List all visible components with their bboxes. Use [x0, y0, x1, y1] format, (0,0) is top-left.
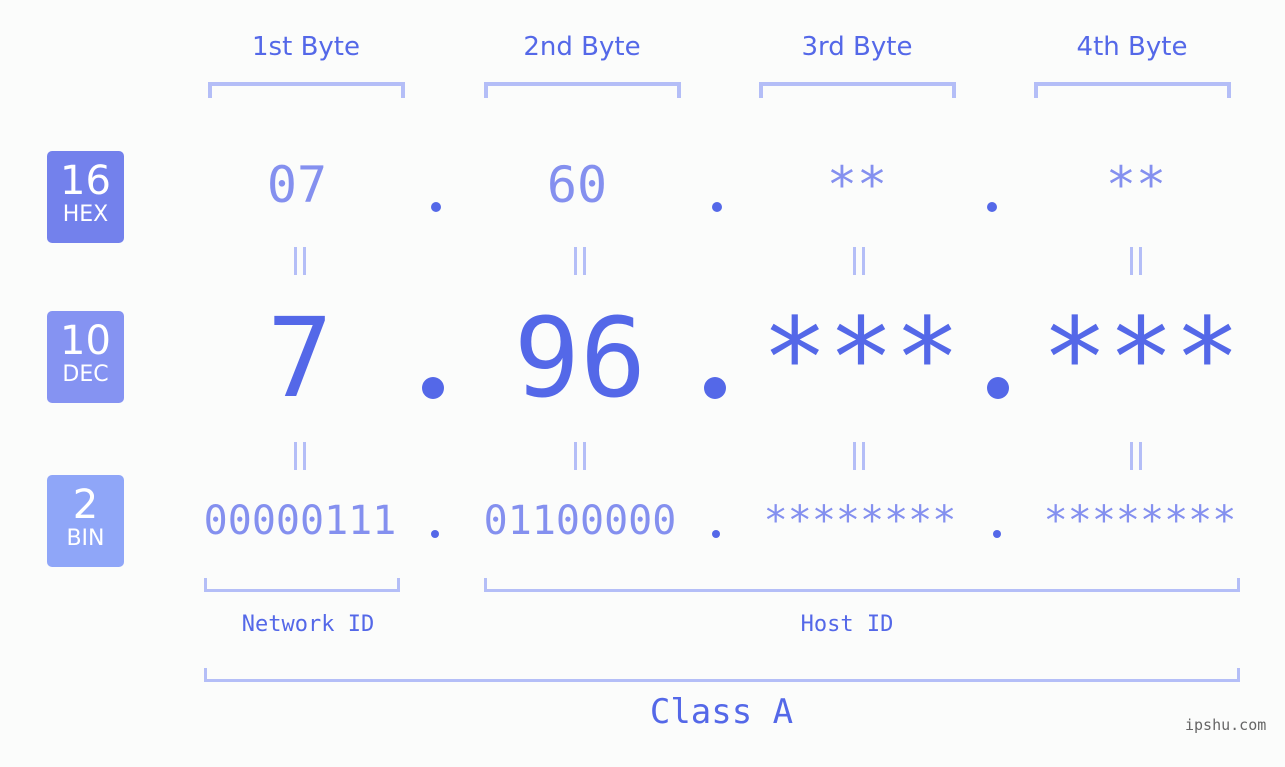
- bin-base-label: BIN: [66, 526, 105, 551]
- class-label: Class A: [649, 692, 794, 732]
- bin-byte-4: ********: [1043, 498, 1237, 544]
- byte-header-3: 3rd Byte: [801, 32, 913, 62]
- byte-bracket-2: [484, 82, 681, 98]
- host-id-label: Host ID: [800, 612, 894, 637]
- dec-separator-dot-1: [422, 377, 444, 399]
- dec-base-number: 10: [60, 318, 111, 364]
- bin-byte-2: 01100000: [483, 498, 677, 544]
- byte-bracket-1: [208, 82, 405, 98]
- hex-separator-dot-3: [987, 202, 997, 212]
- watermark: ipshu.com: [1185, 716, 1267, 734]
- hex-byte-1: 07: [266, 156, 328, 214]
- dec-base-label: DEC: [62, 362, 109, 387]
- dec-byte-2: 96: [513, 294, 647, 422]
- hex-base-label: HEX: [62, 202, 109, 227]
- hex-byte-2: 60: [546, 156, 608, 214]
- equals-icon: [574, 442, 586, 470]
- bin-base-number: 2: [72, 482, 99, 528]
- dec-separator-dot-3: [987, 377, 1009, 399]
- bin-separator-dot-1: [431, 530, 439, 538]
- byte-bracket-3: [759, 82, 956, 98]
- equals-icon: [294, 247, 306, 275]
- network-id-label: Network ID: [241, 612, 375, 637]
- hex-separator-dot-1: [431, 202, 441, 212]
- equals-icon: [853, 442, 865, 470]
- byte-bracket-4: [1034, 82, 1231, 98]
- equals-icon: [294, 442, 306, 470]
- bin-separator-dot-2: [712, 530, 720, 538]
- hex-byte-3: **: [826, 156, 888, 214]
- equals-icon: [853, 247, 865, 275]
- dec-byte-1: 7: [266, 294, 334, 422]
- bin-separator-dot-3: [993, 530, 1001, 538]
- equals-icon: [1130, 247, 1142, 275]
- hex-byte-4: **: [1105, 156, 1167, 214]
- byte-header-1: 1st Byte: [252, 32, 360, 62]
- dec-byte-3: ***: [761, 294, 961, 422]
- class-bracket: [204, 668, 1240, 682]
- dec-byte-4: ***: [1041, 294, 1241, 422]
- hex-separator-dot-2: [712, 202, 722, 212]
- bin-byte-3: ********: [763, 498, 957, 544]
- host-id-bracket: [484, 578, 1240, 592]
- byte-header-4: 4th Byte: [1076, 32, 1188, 62]
- equals-icon: [1130, 442, 1142, 470]
- hex-base-number: 16: [60, 158, 111, 204]
- byte-header-2: 2nd Byte: [523, 32, 641, 62]
- hex-badge: 16 HEX: [47, 151, 124, 243]
- dec-separator-dot-2: [704, 377, 726, 399]
- bin-badge: 2 BIN: [47, 475, 124, 567]
- bin-byte-1: 00000111: [203, 498, 397, 544]
- equals-icon: [574, 247, 586, 275]
- dec-badge: 10 DEC: [47, 311, 124, 403]
- network-id-bracket: [204, 578, 400, 592]
